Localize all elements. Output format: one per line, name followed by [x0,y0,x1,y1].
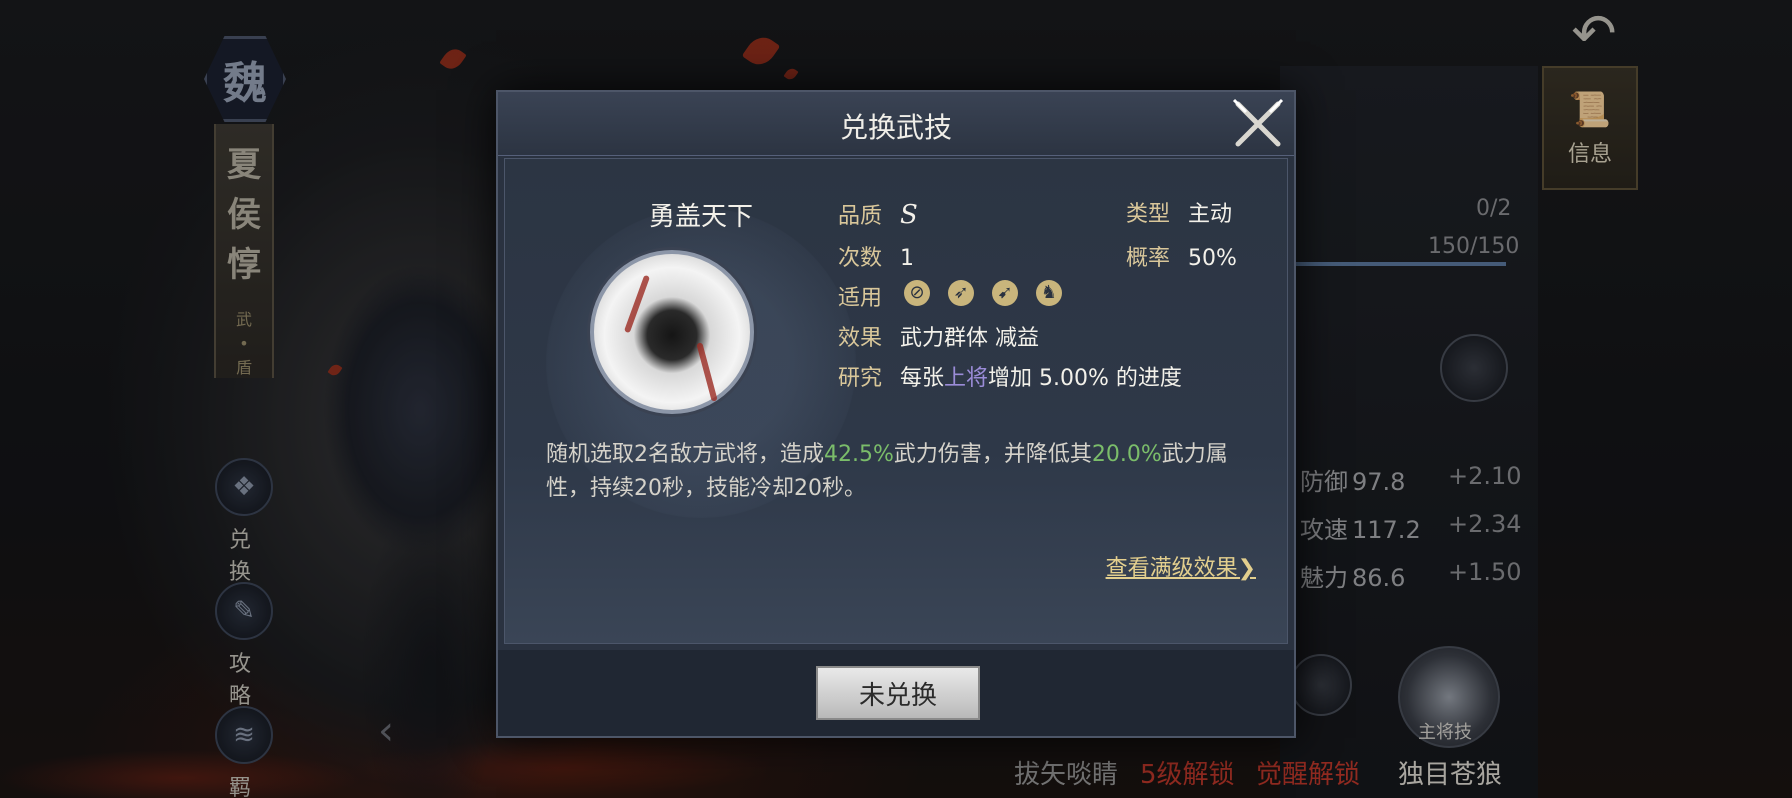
slash-mark [623,274,651,334]
dialog-header: 兑换武技 [498,92,1294,156]
research-row: 研究 每张上将增加 5.00% 的进度 [838,360,1182,392]
research-highlight: 上将 [944,366,989,391]
exchange-skill-dialog: 兑换武技 勇盖天下 品质 S 次数 1 适用 ⊘ ➶ ➹ ♞ 效果 武力群体 减益 [496,90,1296,738]
bow-icon: ➶ [948,280,974,306]
rate-row: 概率 50% [1126,240,1237,272]
type-label: 类型 [1126,202,1171,227]
desc-text: 随机选取2名敌方武将，造成 [546,442,824,467]
type-value: 主动 [1188,202,1233,227]
rate-value: 50% [1188,246,1237,271]
effect-value: 武力群体 减益 [900,326,1040,351]
apply-row: 适用 [838,280,882,312]
exchange-button[interactable]: 未兑换 [816,666,980,720]
desc-reduce-pct: 20.0% [1091,442,1162,467]
close-icon [1232,98,1284,147]
desc-text: 武力伤害，并降低其 [893,442,1092,467]
skill-emblem-icon [590,250,754,414]
effect-row: 效果 武力群体 减益 [838,320,1039,352]
apply-unit-icons: ⊘ ➶ ➹ ♞ [904,280,1062,306]
close-button[interactable] [1228,94,1288,154]
shield-icon: ⊘ [904,280,930,306]
skill-name: 勇盖天下 [648,202,753,232]
spear-icon: ➹ [992,280,1018,306]
slash-mark [696,342,718,402]
apply-label: 适用 [838,286,883,311]
research-prefix: 每张 [900,366,945,391]
research-suffix: 增加 5.00% 的进度 [988,366,1182,391]
count-row: 次数 1 [838,240,914,272]
type-row: 类型 主动 [1126,196,1232,228]
research-label: 研究 [838,366,883,391]
dialog-title: 兑换武技 [839,111,952,144]
skill-description: 随机选取2名敌方武将，造成42.5%武力伤害，并降低其20.0%武力属性，持续2… [546,438,1236,506]
quality-value: S [900,200,918,230]
count-label: 次数 [838,246,883,271]
desc-damage-pct: 42.5% [824,442,894,467]
effect-label: 效果 [838,326,883,351]
count-value: 1 [900,246,915,271]
horse-icon: ♞ [1036,280,1062,306]
quality-label: 品质 [838,204,883,229]
quality-row: 品质 S [838,198,918,230]
rate-label: 概率 [1126,246,1171,271]
view-max-level-link[interactable]: 查看满级效果❯ [1106,550,1256,582]
